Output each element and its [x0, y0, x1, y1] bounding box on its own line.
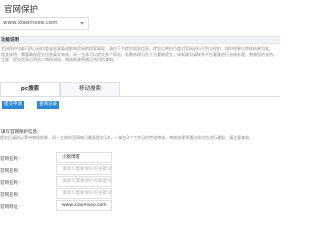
tab-mobile-search[interactable]: 移动搜索 [60, 82, 120, 97]
keyword-input-1[interactable]: 请填写需要保护的关键词 [56, 164, 112, 175]
page-title: 官网保护 [4, 5, 39, 15]
section-header: 功能说明 [0, 36, 280, 44]
field-label: 官网名称： [0, 181, 23, 186]
tab-pc-search[interactable]: pc搜索 [0, 82, 60, 97]
description-line: 官网保护功能可防止因仿冒或恶意篡改影响官网的搜索展现，请在下方提交相关信息，提交… [1, 46, 273, 51]
query-records-button[interactable]: 查询记录 [37, 101, 59, 109]
field-label: 官网网址： [0, 205, 23, 210]
tab-divider [0, 96, 280, 97]
site-selector[interactable]: www.xiaomseo.com [0, 17, 89, 30]
field-label: 官网名称： [0, 157, 23, 162]
site-url-input[interactable]: www.xiaomseo.com [56, 200, 112, 211]
submit-application-button[interactable]: 提交申请 [2, 101, 24, 109]
section-description: 官网保护功能可防止因仿冒或恶意篡改影响官网的搜索展现，请在下方提交相关信息，提交… [1, 46, 278, 68]
description-line: 注意：提交信息后将进入审核流程，审核结果将通过站内信通知。 [1, 57, 117, 63]
field-label: 官网名称： [0, 169, 23, 174]
form-instructions: 提交后请耐心等待审核结果，同一主体的官网每日最多提交1次，一般在3个工作日内完成… [0, 135, 254, 140]
keyword-input-3[interactable]: 请填写需要保护的关键词 [56, 188, 112, 199]
field-label: 官网名称： [0, 193, 23, 198]
site-selector-value: www.xiaomseo.com [3, 20, 58, 26]
chevron-down-icon [80, 22, 84, 25]
keyword-input-2[interactable]: 请填写需要保护的关键词 [56, 176, 112, 187]
site-name-input[interactable]: 小狼博客 [56, 152, 112, 163]
